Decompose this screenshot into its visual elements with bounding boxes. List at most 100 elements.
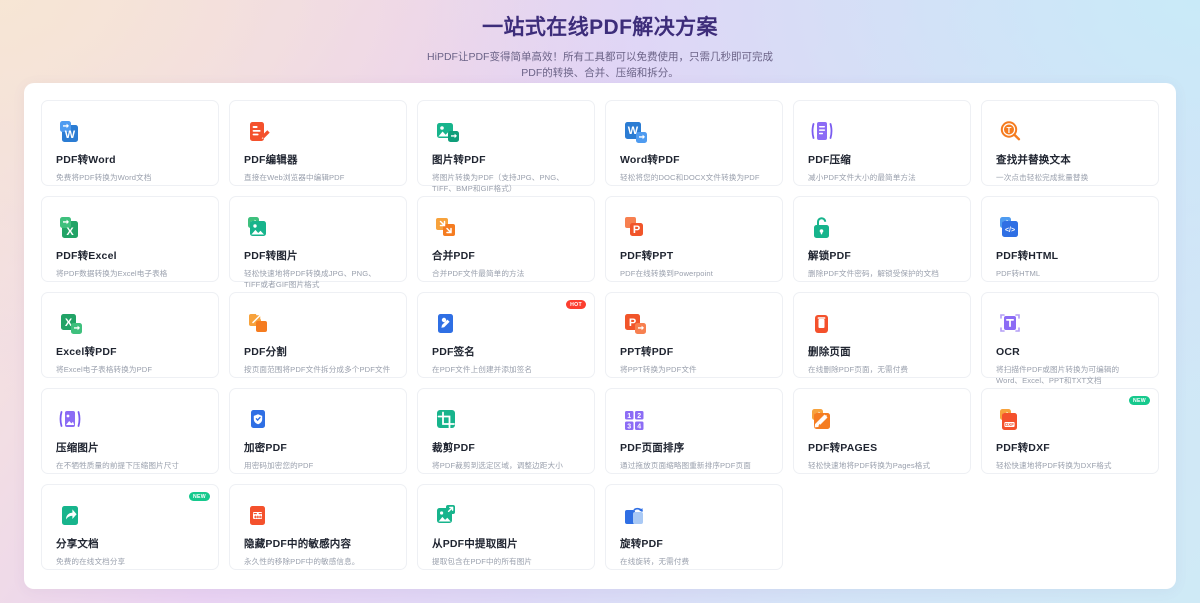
merge-pdf-icon (432, 213, 460, 241)
tool-card-title: 解锁PDF (808, 250, 851, 262)
tool-card-pdf-to-image[interactable]: PDF转图片 轻松快速地将PDF转换成JPG、PNG、TIFF或者GIF图片格式 (229, 196, 407, 289)
tools-grid: W PDF转Word 免费将PDF转换为Word文档 PDF编辑器 直接在Web浏览器中… (36, 95, 1164, 575)
tool-card-description: 一次点击轻松完成批量替换 (996, 173, 1089, 182)
tool-card-title: 图片转PDF (432, 154, 486, 166)
organize-pages-icon: 1234 (620, 405, 648, 433)
tool-card-description: 通过拖放页面缩略图重新排序PDF页面 (620, 461, 751, 470)
svg-text:3: 3 (627, 424, 631, 431)
pdf-to-pages-icon (808, 405, 836, 433)
tool-card-extract-images[interactable]: 从PDF中提取图片 提取包含在PDF中的所有图片 (417, 484, 595, 570)
tool-card-title: PDF转Excel (56, 250, 117, 262)
tool-card-pdf-to-pages[interactable]: PDF转PAGES 轻松快速地将PDF转换为Pages格式 (793, 388, 971, 474)
tool-card-title: 裁剪PDF (432, 442, 475, 454)
protect-pdf-icon (244, 405, 272, 433)
tool-card-title: PDF分割 (244, 346, 287, 358)
tool-card-description: 提取包含在PDF中的所有图片 (432, 557, 533, 566)
crop-pdf-icon (432, 405, 460, 433)
tool-card-pdf-editor[interactable]: PDF编辑器 直接在Web浏览器中编辑PDF (229, 100, 407, 186)
pdf-to-word-icon: W (56, 117, 84, 145)
tool-card-description: 将Excel电子表格转换为PDF (56, 365, 153, 374)
tool-card-delete-pages[interactable]: 删除页面 在线删除PDF页面，无需付费 (793, 292, 971, 378)
tool-card-title: PDF编辑器 (244, 154, 298, 166)
svg-text:</>: </> (1005, 227, 1015, 234)
tool-card-title: PDF转PPT (620, 250, 674, 262)
tool-card-description: 按页面范围将PDF文件拆分成多个PDF文件 (244, 365, 391, 374)
tool-card-split-pdf[interactable]: PDF分割按页面范围将PDF文件拆分成多个PDF文件 (229, 292, 407, 378)
compress-pdf-icon (808, 117, 836, 145)
tool-card-redact-pdf[interactable]: 隐藏PDF中的敏感内容 永久性的移除PDF中的敏感信息。 (229, 484, 407, 570)
tool-card-share-document[interactable]: NEW 分享文档 免费的在线文档分享 (41, 484, 219, 570)
tool-card-word-to-pdf[interactable]: W Word转PDF 轻松将您的DOC和DOCX文件转换为PDF (605, 100, 783, 186)
word-to-pdf-icon: W (620, 117, 648, 145)
compress-image-icon (56, 405, 84, 433)
tool-card-pdf-to-html[interactable]: </> PDF转HTML PDF转HTML (981, 196, 1159, 282)
tool-card-title: 加密PDF (244, 442, 287, 454)
tool-card-protect-pdf[interactable]: 加密PDF 用密码加密您的PDF (229, 388, 407, 474)
tool-card-sign-pdf[interactable]: HOT PDF签名 在PDF文件上创建并添加签名 (417, 292, 595, 378)
tool-card-description: 将PPT转换为PDF文件 (620, 365, 697, 374)
new-badge: NEW (188, 492, 210, 501)
tool-card-find-replace-text[interactable]: T 查找并替换文本 一次点击轻松完成批量替换 (981, 100, 1159, 186)
tool-card-description: 在线旋转，无需付费 (620, 557, 690, 566)
svg-text:W: W (65, 129, 76, 141)
tool-card-pdf-to-ppt[interactable]: P PDF转PPT PDF在线转换到Powerpoint (605, 196, 783, 282)
redact-pdf-icon (244, 501, 272, 529)
tool-card-description: 合并PDF文件最简单的方法 (432, 269, 525, 278)
tool-card-title: 压缩图片 (56, 442, 99, 454)
svg-text:T: T (1007, 126, 1012, 135)
tool-card-description: 用密码加密您的PDF (244, 461, 314, 470)
page-title: 一站式在线PDF解决方案 (482, 16, 718, 39)
pdf-to-image-icon (244, 213, 272, 241)
svg-text:2: 2 (637, 413, 641, 420)
extract-images-icon (432, 501, 460, 529)
tool-card-title: 旋转PDF (620, 538, 663, 550)
pdf-to-dxf-icon: DXF (996, 405, 1024, 433)
tool-card-ppt-to-pdf[interactable]: P PPT转PDF 将PPT转换为PDF文件 (605, 292, 783, 378)
tool-card-title: PDF转HTML (996, 250, 1059, 262)
tool-card-pdf-to-word[interactable]: W PDF转Word 免费将PDF转换为Word文档 (41, 100, 219, 186)
pdf-to-ppt-icon: P (620, 213, 648, 241)
tool-card-compress-image[interactable]: 压缩图片在不牺牲质量的前提下压缩图片尺寸 (41, 388, 219, 474)
tools-panel: W PDF转Word 免费将PDF转换为Word文档 PDF编辑器 直接在Web浏览器中… (24, 83, 1176, 589)
tool-card-title: PDF转DXF (996, 442, 1050, 454)
find-replace-text-icon: T (996, 117, 1024, 145)
tool-card-description: 将PDF数据转换为Excel电子表格 (56, 269, 168, 278)
tool-card-crop-pdf[interactable]: 裁剪PDF 将PDF裁剪到选定区域，调整边距大小 (417, 388, 595, 474)
tool-card-merge-pdf[interactable]: 合并PDF 合并PDF文件最简单的方法 (417, 196, 595, 282)
pdf-to-excel-icon: X (56, 213, 84, 241)
new-badge: NEW (1128, 396, 1150, 405)
pdf-to-html-icon: </> (996, 213, 1024, 241)
ppt-to-pdf-icon: P (620, 309, 648, 337)
svg-text:1: 1 (627, 413, 631, 420)
tool-card-description: 在不牺牲质量的前提下压缩图片尺寸 (56, 461, 180, 470)
tool-card-title: PDF转Word (56, 154, 116, 166)
tool-card-pdf-to-dxf[interactable]: NEW DXF PDF转DXF 轻松快速地将PDF转换为DXF格式 (981, 388, 1159, 474)
delete-pages-icon (808, 309, 836, 337)
page-subtitle-line-1: HiPDF让PDF变得简单高效！所有工具都可以免费使用，只需几秒即可完成 (427, 51, 773, 63)
tool-card-title: 删除页面 (808, 346, 851, 358)
tool-card-organize-pages[interactable]: 1 2 3 4 PDF页面排序 通过拖放页面缩略图重新排序PDF页面 (605, 388, 783, 474)
tool-card-title: 隐藏PDF中的敏感内容 (244, 538, 352, 550)
tool-card-title: Excel转PDF (56, 346, 117, 358)
tool-card-rotate-pdf[interactable]: 旋转PDF 在线旋转，无需付费 (605, 484, 783, 570)
image-to-pdf-icon (432, 117, 460, 145)
tool-card-unlock-pdf[interactable]: 解锁PDF 删除PDF文件密码，解锁受保护的文档 (793, 196, 971, 282)
tool-card-description: 删除PDF文件密码，解锁受保护的文档 (808, 269, 939, 278)
share-document-icon (56, 501, 84, 529)
page-subtitle-line-2: PDF的转换、合并、压缩和拆分。 (521, 67, 679, 79)
tool-card-ocr[interactable]: OCR 将扫描件PDF或图片转换为可编辑的Word、Excel、PPT和TXT文档 (981, 292, 1159, 385)
tool-card-title: 合并PDF (432, 250, 475, 262)
tool-card-image-to-pdf[interactable]: 图片转PDF 将图片转换为PDF（支持JPG、PNG、TIFF、BMP和GIF格式… (417, 100, 595, 193)
excel-to-pdf-icon: X (56, 309, 84, 337)
tool-card-compress-pdf[interactable]: PDF压缩 减小PDF文件大小的最简单方法 (793, 100, 971, 186)
tool-card-title: Word转PDF (620, 154, 680, 166)
tool-card-pdf-to-excel[interactable]: X PDF转Excel 将PDF数据转换为Excel电子表格 (41, 196, 219, 282)
tool-card-description: 将PDF裁剪到选定区域，调整边距大小 (432, 461, 563, 470)
tool-card-description: 减小PDF文件大小的最简单方法 (808, 173, 916, 182)
pdf-editor-icon (244, 117, 272, 145)
tool-card-excel-to-pdf[interactable]: X Excel转PDF 将Excel电子表格转换为PDF (41, 292, 219, 378)
svg-text:X: X (66, 226, 74, 238)
tool-card-title: OCR (996, 346, 1020, 358)
tool-card-description: 轻松快速地将PDF转换为Pages格式 (808, 461, 931, 470)
tool-card-description: 将图片转换为PDF（支持JPG、PNG、TIFF、BMP和GIF格式） (432, 173, 564, 193)
